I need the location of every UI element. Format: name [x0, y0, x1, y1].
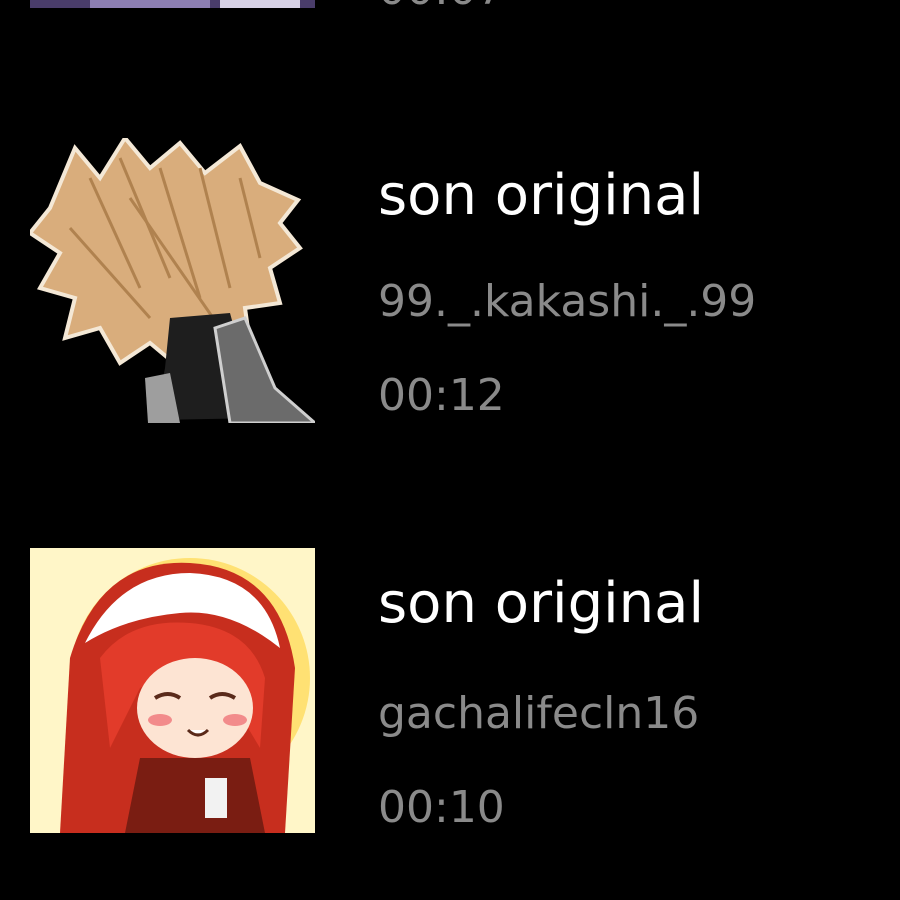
sound-duration: 00:12 [378, 370, 505, 421]
sound-list: 00:07 [0, 0, 900, 900]
red-hood-anime-girl-avatar-image [30, 548, 315, 833]
sound-duration: 00:07 [378, 0, 505, 12]
sound-artist[interactable]: gachalifecln16 [378, 692, 699, 736]
purple-avatar-image [30, 0, 315, 8]
sound-list-item[interactable]: 00:07 [0, 0, 900, 12]
sound-list-item[interactable]: son original gachalifecln16 00:10 [0, 548, 900, 838]
sound-list-item[interactable]: son original 99._.kakashi._.99 00:12 [0, 138, 900, 428]
sound-duration: 00:10 [378, 782, 505, 833]
sound-thumbnail[interactable] [30, 0, 315, 8]
sound-thumbnail[interactable] [30, 138, 315, 423]
blond-spiky-hair-avatar-image [30, 138, 315, 423]
sound-thumbnail[interactable] [30, 548, 315, 833]
sound-title[interactable]: son original [378, 168, 704, 224]
sound-artist[interactable]: 99._.kakashi._.99 [378, 280, 756, 324]
sound-title[interactable]: son original [378, 576, 704, 632]
